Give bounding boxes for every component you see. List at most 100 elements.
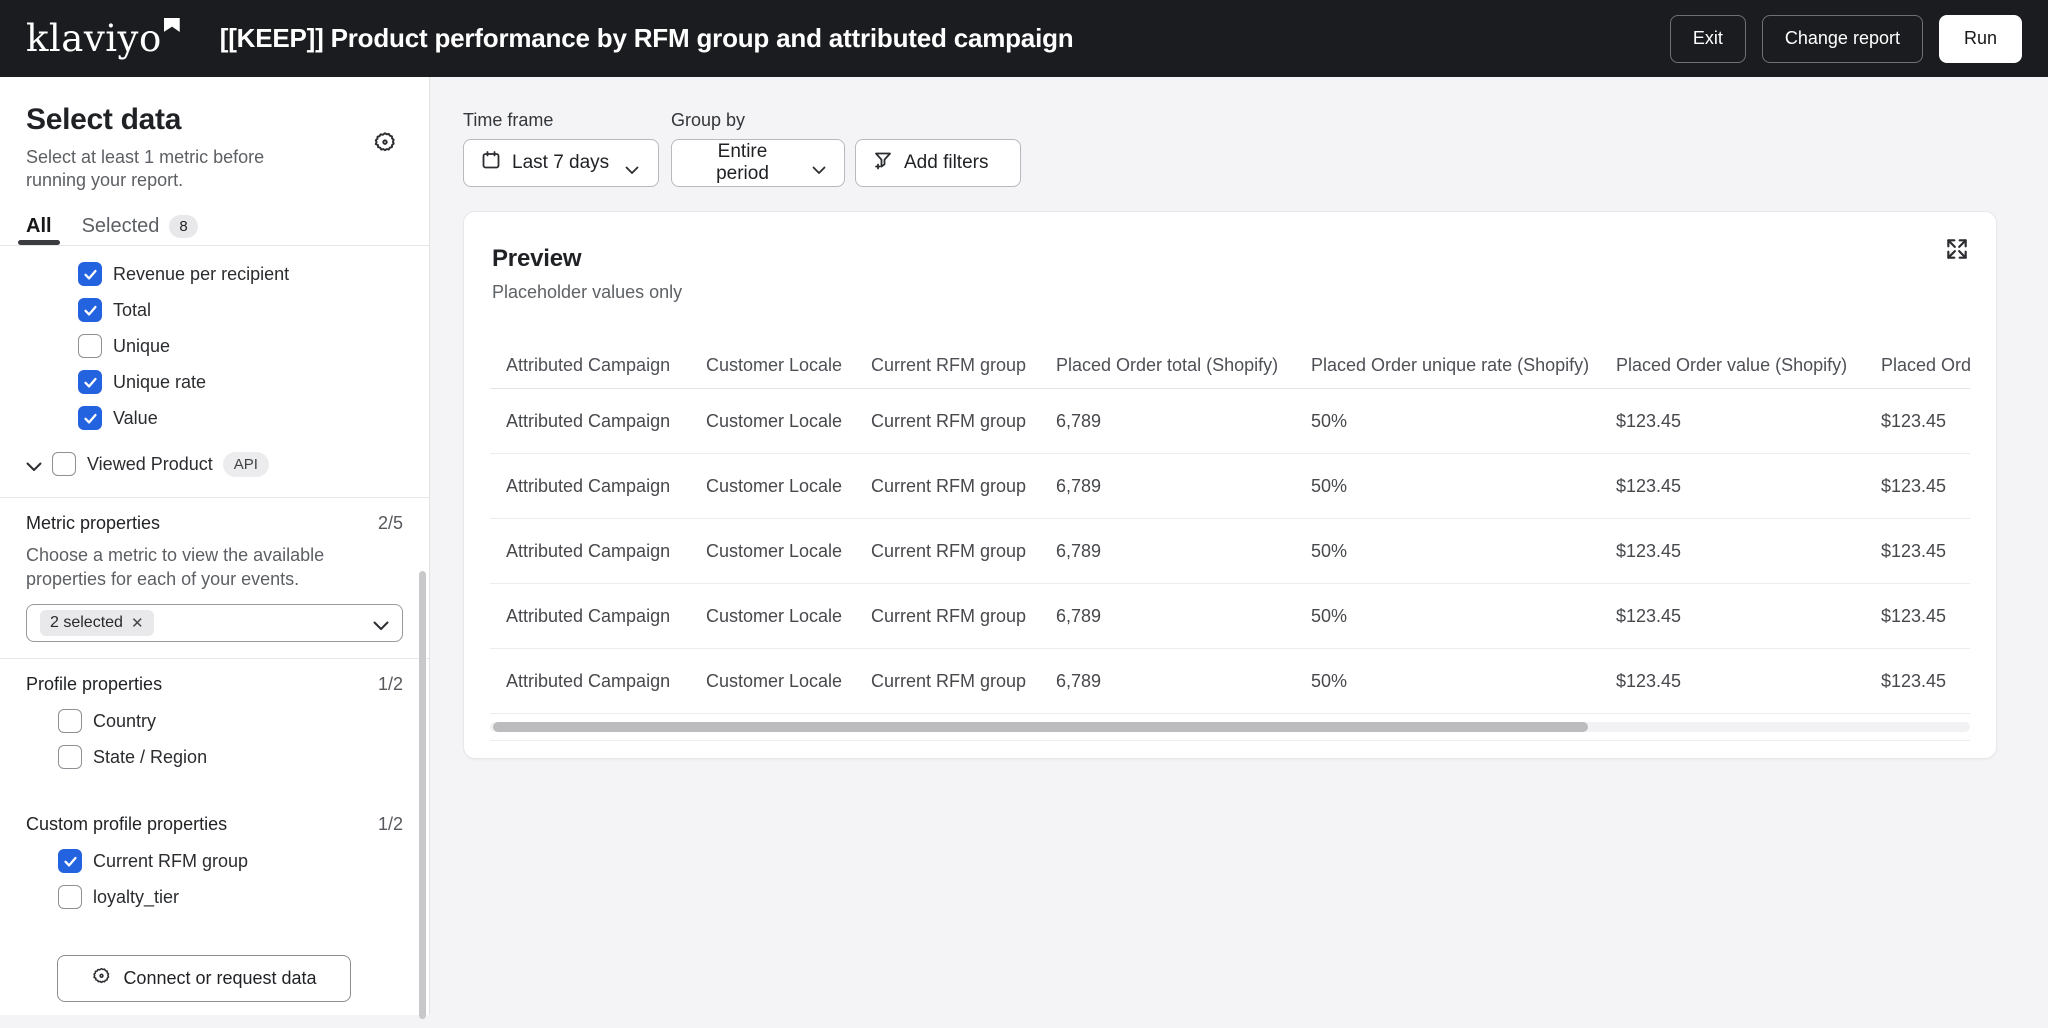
- section-title: Custom profile properties: [26, 814, 227, 835]
- table-cell: Current RFM group: [855, 606, 1040, 627]
- tab-all-label: All: [26, 215, 52, 238]
- section-count: 1/2: [378, 814, 403, 835]
- column-header: Placed Order av: [1865, 355, 1970, 376]
- option-label: Current RFM group: [93, 851, 248, 872]
- main-panel: Time frame Last 7 days Group by: [431, 77, 2048, 1028]
- table-body: Attributed CampaignCustomer LocaleCurren…: [490, 389, 1970, 714]
- table-cell: 6,789: [1040, 541, 1295, 562]
- chevron-down-icon: [373, 618, 389, 628]
- add-filters-button[interactable]: Add filters: [855, 139, 1021, 187]
- table-cell: $123.45: [1865, 606, 1970, 627]
- checkbox[interactable]: [58, 849, 82, 873]
- section-count: 2/5: [378, 513, 403, 534]
- table-cell: 50%: [1295, 671, 1600, 692]
- column-header: Current RFM group: [855, 355, 1040, 376]
- table-cell: $123.45: [1600, 671, 1865, 692]
- add-filters-label: Add filters: [904, 152, 988, 174]
- checkbox[interactable]: [78, 370, 102, 394]
- add-filters-control: Add filters: [855, 110, 1021, 187]
- exit-button[interactable]: Exit: [1670, 15, 1746, 63]
- table-cell: $123.45: [1865, 541, 1970, 562]
- connect-or-request-data-button[interactable]: Connect or request data: [57, 955, 351, 1002]
- group-by-select[interactable]: Entire period: [671, 139, 845, 187]
- tab-selected[interactable]: Selected 8: [82, 208, 198, 245]
- table-cell: Customer Locale: [690, 411, 855, 432]
- metric-option[interactable]: Revenue per recipient: [0, 256, 429, 292]
- metric-option-label: Total: [113, 300, 151, 321]
- expand-preview-button[interactable]: [1942, 236, 1972, 266]
- column-header: Placed Order value (Shopify): [1600, 355, 1865, 376]
- expand-icon: [1944, 236, 1970, 267]
- close-icon[interactable]: ✕: [131, 614, 144, 632]
- checkbox[interactable]: [78, 406, 102, 430]
- checkbox[interactable]: [78, 334, 102, 358]
- divider: [490, 740, 1970, 741]
- table-row: Attributed CampaignCustomer LocaleCurren…: [490, 389, 1970, 454]
- connect-button-label: Connect or request data: [123, 968, 316, 989]
- preview-card: Preview Placeholder values only Attribut…: [463, 211, 1997, 759]
- viewed-product-row[interactable]: Viewed Product API: [0, 446, 429, 482]
- table-cell: Current RFM group: [855, 671, 1040, 692]
- horizontal-scrollbar-track[interactable]: [490, 722, 1970, 732]
- section-title: Metric properties: [26, 513, 160, 534]
- change-report-button[interactable]: Change report: [1762, 15, 1923, 63]
- custom-profile-properties-header: Custom profile properties 1/2: [0, 799, 429, 835]
- calendar-icon: [481, 150, 501, 176]
- api-badge: API: [223, 452, 269, 477]
- table-cell: Customer Locale: [690, 671, 855, 692]
- chevron-down-icon: [811, 159, 827, 169]
- metric-option-label: Unique rate: [113, 372, 206, 393]
- metric-option[interactable]: Total: [0, 292, 429, 328]
- preview-title: Preview: [464, 245, 1996, 273]
- column-header: Placed Order unique rate (Shopify): [1295, 355, 1600, 376]
- option-label: loyalty_tier: [93, 887, 179, 908]
- chevron-down-icon[interactable]: [26, 459, 42, 469]
- horizontal-scrollbar-thumb[interactable]: [493, 722, 1588, 732]
- metric-option[interactable]: Value: [0, 400, 429, 436]
- profile-property-option[interactable]: Country: [0, 703, 429, 739]
- table-cell: $123.45: [1865, 411, 1970, 432]
- table-cell: $123.45: [1600, 411, 1865, 432]
- table-cell: $123.45: [1600, 606, 1865, 627]
- klaviyo-logo[interactable]: klaviyo: [26, 20, 180, 57]
- group-by-control: Group by Entire period: [671, 110, 845, 187]
- checkbox[interactable]: [78, 262, 102, 286]
- metric-option[interactable]: Unique rate: [0, 364, 429, 400]
- time-frame-control: Time frame Last 7 days: [463, 110, 659, 187]
- checkbox[interactable]: [52, 452, 76, 476]
- time-frame-label: Time frame: [463, 110, 659, 131]
- sidebar-settings-button[interactable]: [371, 131, 399, 159]
- metric-properties-header: Metric properties 2/5: [0, 498, 429, 534]
- checkbox[interactable]: [78, 298, 102, 322]
- table-cell: 50%: [1295, 606, 1600, 627]
- sidebar-subheading: Select at least 1 metric before running …: [26, 146, 326, 192]
- custom-profile-property-option[interactable]: loyalty_tier: [0, 879, 429, 915]
- table-cell: Current RFM group: [855, 411, 1040, 432]
- custom-profile-property-option[interactable]: Current RFM group: [0, 843, 429, 879]
- tab-all[interactable]: All: [26, 208, 52, 245]
- topbar-actions: Exit Change report Run: [1670, 15, 2022, 63]
- checkbox[interactable]: [58, 745, 82, 769]
- profile-property-option[interactable]: State / Region: [0, 739, 429, 775]
- sidebar-tabs: All Selected 8: [0, 208, 429, 246]
- table-cell: 6,789: [1040, 476, 1295, 497]
- checkbox[interactable]: [58, 885, 82, 909]
- metric-option-label: Viewed Product: [87, 454, 213, 475]
- metric-option-label: Unique: [113, 336, 170, 357]
- option-label: Country: [93, 711, 156, 732]
- metric-option-label: Value: [113, 408, 158, 429]
- table-cell: 50%: [1295, 411, 1600, 432]
- sidebar-scrollbar[interactable]: [419, 571, 426, 1019]
- metric-option[interactable]: Unique: [0, 328, 429, 364]
- selected-chip-label: 2 selected: [50, 614, 123, 632]
- table-cell: 6,789: [1040, 606, 1295, 627]
- metric-properties-select[interactable]: 2 selected ✕: [26, 604, 403, 642]
- checkbox[interactable]: [58, 709, 82, 733]
- custom-profile-properties-list: Current RFM group loyalty_tier: [0, 835, 429, 915]
- table-cell: Attributed Campaign: [490, 671, 690, 692]
- run-button[interactable]: Run: [1939, 15, 2022, 63]
- time-frame-select[interactable]: Last 7 days: [463, 139, 659, 187]
- table-cell: Customer Locale: [690, 606, 855, 627]
- report-controls: Time frame Last 7 days Group by: [463, 110, 2048, 187]
- table-cell: 6,789: [1040, 671, 1295, 692]
